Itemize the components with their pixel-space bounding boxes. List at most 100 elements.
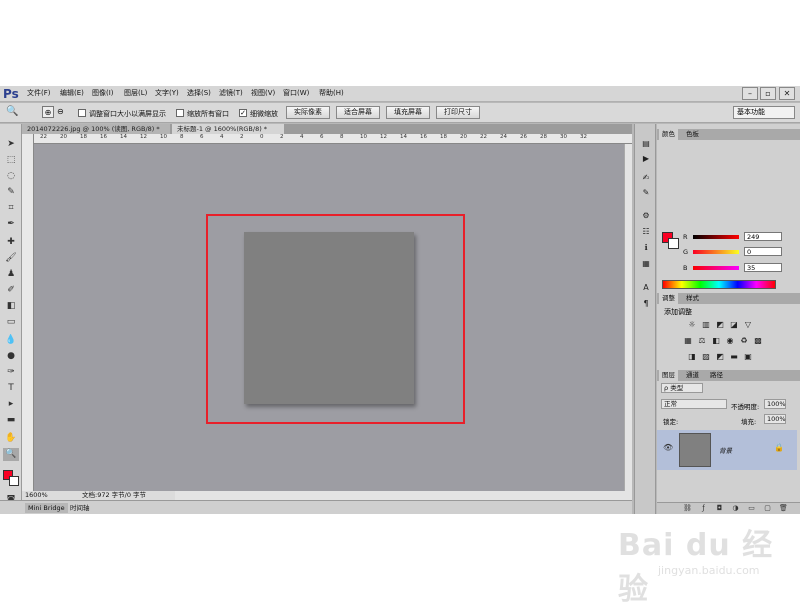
layer-row-background[interactable]: 👁 背景 🔒 <box>657 430 797 470</box>
posterize-icon[interactable]: ▨ <box>701 352 711 362</box>
history-brush-icon[interactable]: ✐ <box>3 284 19 297</box>
link-layers-icon[interactable]: ⛓ <box>683 504 692 513</box>
type-tool-icon[interactable]: T <box>3 382 19 395</box>
clone-source-icon[interactable]: ✎ <box>639 187 653 198</box>
blur-tool-icon[interactable]: 💧 <box>3 334 19 347</box>
fill-screen-button[interactable]: 填充屏幕 <box>386 106 430 119</box>
info-panel-icon[interactable]: ℹ <box>639 242 653 253</box>
horizontal-scrollbar[interactable] <box>175 491 632 500</box>
tab-adjustments[interactable]: 调整 <box>659 293 678 304</box>
menu-select[interactable]: 选择(S) <box>187 88 211 98</box>
actions-panel-icon[interactable]: ▶ <box>639 153 653 164</box>
invert-icon[interactable]: ◨ <box>687 352 697 362</box>
channel-mixer-icon[interactable]: ♻ <box>739 336 749 346</box>
fill-field[interactable]: 100% <box>764 414 786 424</box>
visibility-eye-icon[interactable]: 👁 <box>663 443 673 452</box>
threshold-icon[interactable]: ◩ <box>715 352 725 362</box>
add-mask-icon[interactable]: ◘ <box>715 504 724 513</box>
path-select-icon[interactable]: ▸ <box>3 398 19 411</box>
blue-value-field[interactable]: 35 <box>744 263 782 272</box>
tab-swatches[interactable]: 色板 <box>683 129 702 140</box>
layer-style-icon[interactable]: ƒ <box>699 504 708 513</box>
tab-document-jpg[interactable]: 2014072226.jpg @ 100% (读图, RGB/8) * <box>22 124 170 134</box>
marquee-tool-icon[interactable]: ⬚ <box>3 154 19 167</box>
tool-presets-icon[interactable]: ⚙ <box>639 210 653 221</box>
menu-edit[interactable]: 编辑(E) <box>60 88 84 98</box>
color-background-swatch[interactable] <box>668 238 679 249</box>
tab-timeline[interactable]: 时间轴 <box>67 503 93 513</box>
menu-view[interactable]: 视图(V) <box>251 88 275 98</box>
crop-tool-icon[interactable]: ⌗ <box>3 202 19 215</box>
eraser-tool-icon[interactable]: ◧ <box>3 300 19 313</box>
tab-channels[interactable]: 通道 <box>683 370 702 381</box>
zoom-in-icon[interactable]: ⊕ <box>42 106 54 118</box>
lasso-tool-icon[interactable]: ◌ <box>3 170 19 183</box>
menu-filter[interactable]: 滤镜(T) <box>219 88 243 98</box>
tab-paths[interactable]: 路径 <box>707 370 726 381</box>
zoom-level[interactable]: 1600% <box>25 491 48 500</box>
dodge-tool-icon[interactable]: ● <box>3 350 19 363</box>
photo-filter-icon[interactable]: ◉ <box>725 336 735 346</box>
vibrance-icon[interactable]: ▽ <box>743 320 753 330</box>
new-layer-icon[interactable]: ▢ <box>763 504 772 513</box>
brush-tool-icon[interactable]: 🖌 <box>3 252 19 265</box>
pen-tool-icon[interactable]: ✑ <box>3 366 19 379</box>
menu-type[interactable]: 文字(Y) <box>155 88 179 98</box>
history-panel-icon[interactable]: ▤ <box>639 138 653 149</box>
tab-layers[interactable]: 图层 <box>659 370 678 381</box>
healing-tool-icon[interactable]: ✚ <box>3 236 19 249</box>
zoom-all-windows-checkbox[interactable] <box>176 109 184 117</box>
blend-mode-select[interactable]: 正常 <box>661 399 727 409</box>
curves-icon[interactable]: ◩ <box>715 320 725 330</box>
layer-name[interactable]: 背景 <box>719 445 732 455</box>
fit-screen-button[interactable]: 适合屏幕 <box>336 106 380 119</box>
gradient-tool-icon[interactable]: ▭ <box>3 316 19 329</box>
scrubby-zoom-checkbox[interactable]: ✓ <box>239 109 247 117</box>
levels-icon[interactable]: ▥ <box>701 320 711 330</box>
red-value-field[interactable]: 249 <box>744 232 782 241</box>
menu-help[interactable]: 帮助(H) <box>319 88 344 98</box>
menu-file[interactable]: 文件(F) <box>27 88 51 98</box>
character-panel-icon[interactable]: A <box>639 282 653 293</box>
exposure-icon[interactable]: ◪ <box>729 320 739 330</box>
background-color-swatch[interactable] <box>9 476 19 486</box>
menu-image[interactable]: 图像(I) <box>92 88 114 98</box>
tab-document-untitled[interactable]: 未标题-1 @ 1600%(RGB/8) * <box>172 124 284 134</box>
restore-button[interactable]: ▫ <box>760 87 776 100</box>
green-value-field[interactable]: 0 <box>744 247 782 256</box>
vertical-scrollbar[interactable] <box>624 144 632 491</box>
menu-window[interactable]: 窗口(W) <box>283 88 309 98</box>
brightness-icon[interactable]: ☼ <box>687 320 697 330</box>
zoom-tool-icon[interactable]: 🔍 <box>6 106 18 117</box>
hue-saturation-icon[interactable]: ▦ <box>683 336 693 346</box>
adjustment-layer-icon[interactable]: ◑ <box>731 504 740 513</box>
new-group-icon[interactable]: ▭ <box>747 504 756 513</box>
tab-color[interactable]: 颜色 <box>659 129 678 140</box>
brush-panel-icon[interactable]: ✍ <box>639 172 653 183</box>
layer-filter-select[interactable]: ρ 类型 <box>661 383 703 393</box>
eyedropper-tool-icon[interactable]: ✒ <box>3 218 19 231</box>
move-tool-icon[interactable]: ➤ <box>3 138 19 151</box>
blue-slider[interactable] <box>693 266 739 270</box>
black-white-icon[interactable]: ◧ <box>711 336 721 346</box>
hand-tool-icon[interactable]: ✋ <box>3 432 19 445</box>
close-window-button[interactable]: ✕ <box>779 87 795 100</box>
properties-panel-icon[interactable]: ☷ <box>639 226 653 237</box>
selective-color-icon[interactable]: ▣ <box>743 352 753 362</box>
actual-pixels-button[interactable]: 实际像素 <box>286 106 330 119</box>
tab-styles[interactable]: 样式 <box>683 293 702 304</box>
stamp-tool-icon[interactable]: ♟ <box>3 268 19 281</box>
zoom-out-icon[interactable]: ⊖ <box>57 106 64 118</box>
gradient-map-icon[interactable]: ▬ <box>729 352 739 362</box>
document-info[interactable]: 文档:972 字节/0 字节 <box>82 491 146 500</box>
opacity-field[interactable]: 100% <box>764 399 786 409</box>
minimize-button[interactable]: – <box>742 87 758 100</box>
color-lookup-icon[interactable]: ▩ <box>753 336 763 346</box>
zoom-tool-icon-active[interactable]: 🔍 <box>3 448 19 461</box>
color-balance-icon[interactable]: ⚖ <box>697 336 707 346</box>
resize-windows-checkbox[interactable] <box>78 109 86 117</box>
red-slider[interactable] <box>693 235 739 239</box>
tab-mini-bridge[interactable]: Mini Bridge <box>25 503 68 513</box>
print-size-button[interactable]: 打印尺寸 <box>436 106 480 119</box>
green-slider[interactable] <box>693 250 739 254</box>
